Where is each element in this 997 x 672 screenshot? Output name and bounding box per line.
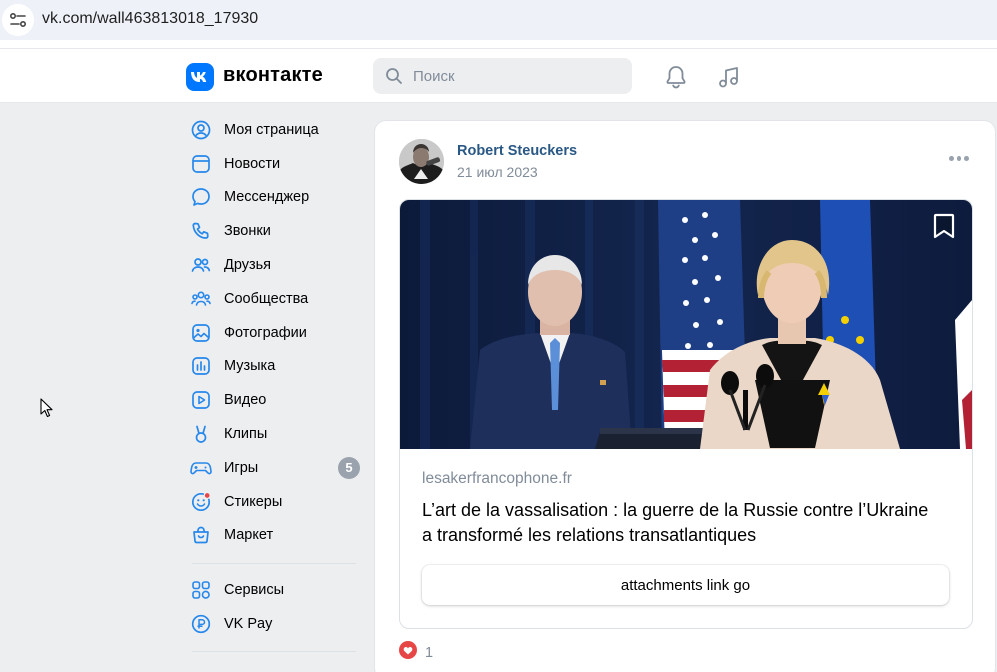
sidebar-item-label: Видео bbox=[224, 392, 267, 409]
sidebar-item-label: VK Pay bbox=[224, 616, 273, 633]
browser-address-bar: vk.com/wall463813018_17930 bbox=[0, 0, 997, 48]
sidebar-item-label: Друзья bbox=[224, 257, 272, 274]
mouse-cursor-icon bbox=[40, 398, 54, 423]
sidebar-item-label: Мессенджер bbox=[224, 189, 310, 206]
url-text[interactable]: vk.com/wall463813018_17930 bbox=[42, 10, 258, 28]
sidebar-item-friends[interactable]: Друзья bbox=[186, 248, 366, 282]
sidebar-item-label: Сервисы bbox=[224, 582, 285, 599]
sidebar-item-label: Моя страница bbox=[224, 121, 319, 138]
like-button[interactable]: 1 bbox=[399, 641, 433, 664]
sidebar-item-services[interactable]: Сервисы bbox=[186, 573, 366, 607]
attachment-title[interactable]: L’art de la vassalisation : la guerre de… bbox=[422, 498, 942, 548]
sidebar-divider bbox=[192, 563, 356, 565]
sidebar-item-label: Игры bbox=[224, 459, 259, 476]
services-icon bbox=[190, 579, 212, 601]
messenger-icon bbox=[190, 186, 212, 208]
sidebar-item-label: Музыка bbox=[224, 358, 276, 375]
sidebar-item-stickers[interactable]: Стикеры bbox=[186, 485, 366, 519]
sidebar-item-label: Новости bbox=[224, 155, 281, 172]
communities-icon bbox=[190, 288, 212, 310]
sidebar-item-messenger[interactable]: Мессенджер bbox=[186, 181, 366, 215]
sidebar-item-music[interactable]: Музыка bbox=[186, 350, 366, 384]
photos-icon bbox=[190, 322, 212, 344]
attachment-photo[interactable] bbox=[400, 200, 972, 449]
attachment-link-button[interactable]: attachments link go bbox=[422, 565, 949, 605]
more-options-icon[interactable] bbox=[949, 153, 970, 163]
bell-icon[interactable] bbox=[663, 64, 689, 90]
vkpay-icon bbox=[190, 613, 212, 635]
stickers-icon bbox=[190, 491, 212, 513]
phone-icon bbox=[190, 220, 212, 242]
sidebar-item-games[interactable]: Игры 5 bbox=[186, 451, 366, 485]
clips-icon bbox=[190, 423, 212, 445]
sidebar-item-market[interactable]: Маркет bbox=[186, 519, 366, 553]
sidebar-item-communities[interactable]: Сообщества bbox=[186, 282, 366, 316]
games-icon bbox=[190, 457, 212, 479]
search-input[interactable] bbox=[413, 58, 623, 94]
link-attachment[interactable]: lesakerfrancophone.fr L’art de la vassal… bbox=[399, 199, 973, 629]
search-box[interactable] bbox=[373, 58, 632, 94]
site-info-icon[interactable] bbox=[2, 4, 34, 36]
post-author[interactable]: Robert Steuckers bbox=[457, 143, 577, 159]
like-count: 1 bbox=[425, 644, 434, 661]
news-icon bbox=[190, 153, 212, 175]
sidebar-item-label: Стикеры bbox=[224, 493, 283, 510]
games-badge: 5 bbox=[338, 456, 360, 479]
vk-header: вконтакте bbox=[0, 48, 997, 103]
sidebar-item-news[interactable]: Новости bbox=[186, 147, 366, 181]
sidebar-item-label: Маркет bbox=[224, 527, 274, 544]
sidebar-item-calls[interactable]: Звонки bbox=[186, 214, 366, 248]
sidebar-item-label: Фотографии bbox=[224, 324, 307, 341]
market-icon bbox=[190, 524, 212, 546]
friends-icon bbox=[190, 254, 212, 276]
music-icon bbox=[190, 355, 212, 377]
sidebar-item-label: Сообщества bbox=[224, 290, 309, 307]
vk-logo-icon[interactable] bbox=[186, 63, 214, 91]
video-icon bbox=[190, 389, 212, 411]
author-avatar[interactable] bbox=[399, 139, 444, 184]
sidebar-divider bbox=[192, 650, 356, 652]
music-note-icon[interactable] bbox=[716, 64, 742, 90]
sidebar-item-video[interactable]: Видео bbox=[186, 383, 366, 417]
sidebar-item-clips[interactable]: Клипы bbox=[186, 417, 366, 451]
address-field[interactable]: vk.com/wall463813018_17930 bbox=[0, 0, 997, 40]
vk-logo-text[interactable]: вконтакте bbox=[223, 64, 323, 87]
attachment-domain[interactable]: lesakerfrancophone.fr bbox=[422, 470, 572, 488]
sidebar-item-photos[interactable]: Фотографии bbox=[186, 316, 366, 350]
wall-post: Robert Steuckers 21 июл 2023 lesakerfran… bbox=[374, 120, 996, 672]
sidebar-item-my-page[interactable]: Моя страница bbox=[186, 113, 366, 147]
search-icon bbox=[385, 67, 403, 90]
left-sidebar: Моя страница Новости Мессенджер Звонки Д… bbox=[186, 113, 366, 662]
sidebar-item-label: Звонки bbox=[224, 223, 271, 240]
heart-icon bbox=[399, 641, 417, 664]
profile-icon bbox=[190, 119, 212, 141]
bookmark-icon[interactable] bbox=[932, 212, 956, 245]
sidebar-item-vkpay[interactable]: VK Pay bbox=[186, 607, 366, 641]
post-date[interactable]: 21 июл 2023 bbox=[457, 164, 538, 180]
sidebar-item-label: Клипы bbox=[224, 426, 268, 443]
